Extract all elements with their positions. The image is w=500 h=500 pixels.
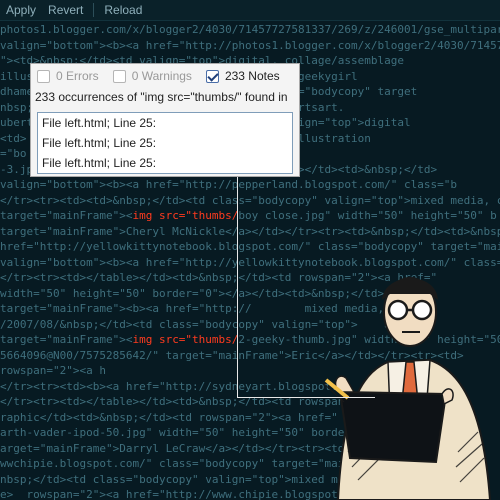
filter-notes-label: 233 Notes (224, 69, 280, 83)
notes-checkbox[interactable] (205, 69, 219, 83)
filter-notes[interactable]: 233 Notes (205, 69, 280, 83)
results-list[interactable]: File left.html; Line 25: File left.html;… (37, 112, 293, 174)
search-match: img src="thumbs/ (132, 333, 239, 346)
apply-button[interactable]: Apply (0, 3, 42, 17)
search-match: img src="thumbs/ (132, 209, 239, 222)
guide-line-horizontal (237, 397, 375, 398)
revert-button[interactable]: Revert (42, 3, 89, 17)
filter-warnings[interactable]: 0 Warnings (112, 69, 192, 83)
code-line: </tr><tr><td><td>&nbsp;</td><td class="b… (0, 193, 500, 207)
illustration-figure (323, 277, 492, 500)
result-item[interactable]: File left.html; Line 25: (38, 133, 292, 153)
result-item[interactable]: File left.html; Line 25: (38, 113, 292, 133)
code-line: target="mainFrame">Cheryl McNickle</a></… (0, 224, 500, 238)
reload-button[interactable]: Reload (98, 3, 148, 17)
results-summary: 233 occurrences of "img src="thumbs/" fo… (35, 90, 288, 104)
search-results-panel: 0 Errors 0 Warnings 233 Notes 233 occurr… (30, 63, 300, 177)
filter-bar: 0 Errors 0 Warnings 233 Notes (31, 64, 299, 88)
filter-errors-label: 0 Errors (56, 69, 99, 83)
code-line: photos1.blogger.com/x/blogger2/4030/7145… (0, 23, 500, 36)
toolbar: Apply Revert Reload (0, 0, 500, 21)
code-line: valign="bottom"><b><a href="http://photo… (0, 38, 500, 52)
filter-errors[interactable]: 0 Errors (37, 69, 99, 83)
code-line: valign="bottom"><b><a href="http://peppe… (0, 178, 457, 191)
warnings-checkbox[interactable] (112, 69, 126, 83)
code-line: target="mainFrame"><img src="thumbs/boy … (0, 209, 497, 222)
result-item[interactable]: File left.html; Line 25: (38, 153, 292, 173)
filter-warnings-label: 0 Warnings (131, 69, 192, 83)
toolbar-separator (93, 3, 95, 17)
errors-checkbox[interactable] (37, 69, 50, 83)
guide-line-vertical (237, 175, 238, 397)
